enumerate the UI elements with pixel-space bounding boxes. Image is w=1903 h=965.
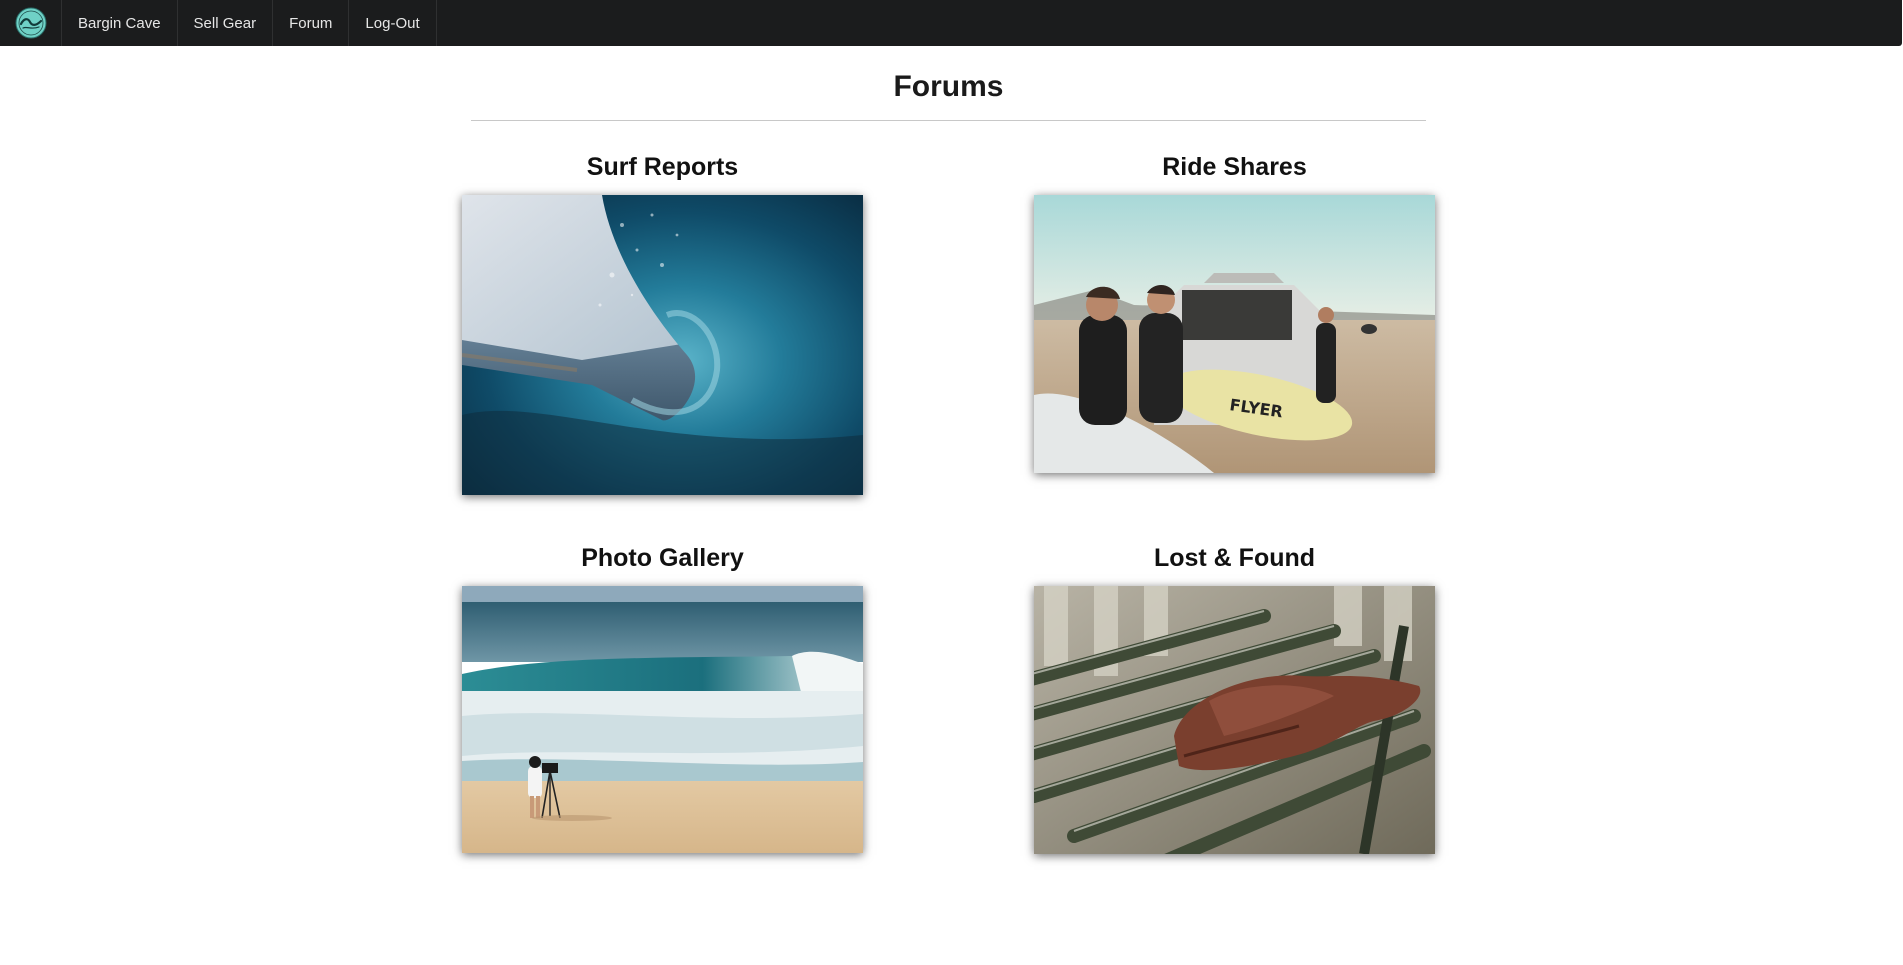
forum-card-lost-and-found[interactable]: Lost & Found [1034, 541, 1435, 856]
nav-sell-gear[interactable]: Sell Gear [178, 0, 274, 46]
wave-logo-icon [15, 7, 46, 39]
forums-page: Bargin Cave Sell Gear Forum Log-Out Foru… [0, 0, 1903, 965]
ride-shares-image[interactable]: FLYER [1034, 195, 1435, 473]
forum-card-surf-reports[interactable]: Surf Reports [462, 150, 863, 500]
forum-card-ride-shares[interactable]: Ride Shares FLYER [1034, 150, 1435, 480]
forum-title-photo-gallery[interactable]: Photo Gallery [462, 544, 863, 573]
top-navbar: Bargin Cave Sell Gear Forum Log-Out [0, 0, 1902, 46]
forum-title-lost-and-found[interactable]: Lost & Found [1034, 544, 1435, 573]
surfers-loading-van-photo: FLYER [1034, 195, 1435, 473]
lost-and-found-image[interactable] [1034, 586, 1435, 854]
forum-title-ride-shares[interactable]: Ride Shares [1034, 153, 1435, 182]
forum-title-surf-reports[interactable]: Surf Reports [462, 153, 863, 182]
page-title: Forums [893, 70, 1004, 103]
surf-reports-image[interactable] [462, 195, 863, 495]
forum-card-photo-gallery[interactable]: Photo Gallery [462, 541, 863, 856]
barreling-wave-photo [462, 195, 863, 495]
photo-gallery-image[interactable] [462, 586, 863, 853]
gloves-on-bench-photo [1034, 586, 1435, 854]
site-logo[interactable] [0, 0, 62, 46]
nav-log-out[interactable]: Log-Out [349, 0, 437, 46]
title-divider [471, 120, 1426, 121]
photographer-on-beach-photo [462, 586, 863, 853]
nav-forum[interactable]: Forum [273, 0, 350, 46]
nav-bargin-cave[interactable]: Bargin Cave [62, 0, 178, 46]
